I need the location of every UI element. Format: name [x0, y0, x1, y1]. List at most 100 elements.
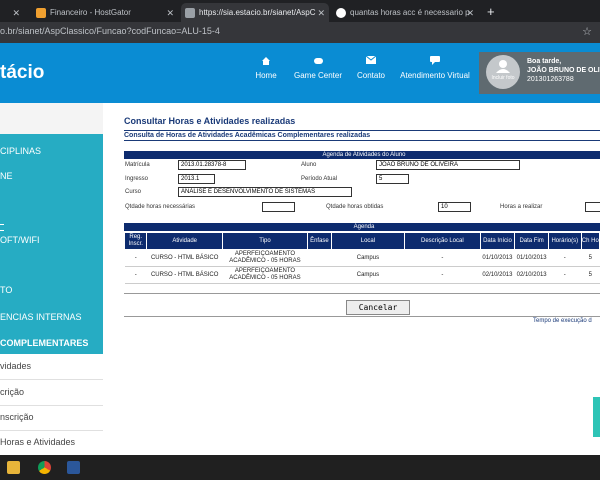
curso-label: Curso [125, 189, 142, 195]
sidebar-subitem-cancelar-inscricao[interactable]: nscrição [0, 405, 103, 431]
site-logo[interactable]: tácio [0, 62, 44, 84]
sidebar-decor [0, 230, 4, 231]
cell-atividade: CURSO - HTML BÁSICO [146, 249, 223, 267]
chat-icon [395, 56, 475, 68]
close-tab-icon[interactable]: ✕ [466, 8, 474, 19]
sidebar-subitem-inscricao[interactable]: crição [0, 380, 103, 406]
sidebar-main-menu: CIPLINAS NE OFT/WIFI TO ENCIAS INTERNAS … [0, 134, 103, 359]
cell-horarios: - [548, 266, 582, 284]
google-favicon-icon [336, 7, 346, 18]
qtd-horas-obtidas-label: Qtdade horas obtidas [326, 204, 384, 210]
cell-reg-inscr: - [124, 249, 147, 267]
col-tipo: Tipo [221, 232, 309, 250]
sidebar-item-disciplinas[interactable]: CIPLINAS [0, 146, 41, 156]
table-row: - CURSO - HTML BÁSICO APERFEIÇOAMENTO AC… [124, 249, 600, 267]
cell-horarios: - [548, 249, 582, 267]
cell-local: Campus [331, 266, 405, 284]
tab-title: Financeiro - HostGator [50, 8, 131, 17]
qtd-horas-necessarias-label: Qtdade horas necessárias [125, 204, 196, 210]
execution-time: Tempo de execução d [533, 318, 592, 324]
user-panel: Incluir foto Boa tarde, JOÃO BRUNO DE OL… [479, 52, 600, 94]
close-tab-icon[interactable]: ✕ [166, 8, 174, 19]
cell-atividade: CURSO - HTML BÁSICO [146, 266, 223, 284]
col-data-inicio: Data Início [479, 232, 516, 250]
cell-data-fim: 01/10/2013 [514, 249, 549, 267]
col-enfase: Ênfase [307, 232, 332, 250]
nav-label: Home [255, 71, 277, 80]
matricula-label: Matrícula [125, 162, 150, 168]
matricula-field[interactable]: 2013.01.28378-8 [178, 160, 246, 170]
cell-data-inicio: 02/10/2013 [480, 266, 515, 284]
sidebar-subitem-atividades[interactable]: vidades [0, 354, 103, 380]
browser-tab-strip: ✕ Financeiro - HostGator ✕ https://sia.e… [0, 0, 600, 22]
file-explorer-icon[interactable] [7, 461, 20, 474]
ingresso-field[interactable]: 2013.1 [178, 174, 215, 184]
tab-title: https://sia.estacio.br/sianet/AspC [199, 8, 316, 17]
agenda-header: Agenda [124, 223, 600, 231]
col-atividade: Atividade [146, 232, 223, 250]
curso-field[interactable]: ANÁLISE E DESENVOLVIMENTO DE SISTEMAS [178, 187, 352, 197]
cell-enfase [307, 249, 332, 267]
hostgator-favicon-icon [36, 7, 46, 18]
sidebar-item-online[interactable]: NE [0, 171, 13, 181]
user-greeting: Boa tarde, JOÃO BRUNO DE OLIV 2013012637… [527, 57, 600, 84]
close-tab-icon[interactable]: ✕ [12, 8, 20, 19]
col-horarios: Horário(s) [547, 232, 582, 250]
col-ch-horas: Ch Ho [580, 232, 600, 250]
nav-atendimento-virtual[interactable]: Atendimento Virtual [395, 56, 475, 80]
periodo-field[interactable]: 5 [376, 174, 409, 184]
chrome-icon[interactable] [38, 461, 51, 474]
new-tab-button[interactable]: + [487, 4, 495, 19]
floating-help-button[interactable] [593, 397, 600, 437]
table-header-row: Reg. Inscr. Atividade Tipo Ênfase Local … [123, 232, 600, 250]
cell-enfase [307, 266, 332, 284]
periodo-label: Período Atual [301, 176, 338, 182]
page-subtitle: Consulta de Horas de Atividades Acadêmic… [124, 130, 600, 141]
sidebar-item-complementares[interactable]: COMPLEMENTARES [0, 338, 88, 348]
page-favicon-icon [185, 7, 195, 18]
close-tab-icon[interactable]: ✕ [317, 8, 325, 19]
aluno-label: Aluno [301, 162, 317, 168]
cell-tipo: APERFEIÇOAMENTO ACADÊMICO - 05 HORAS [222, 266, 308, 284]
main-content: Consultar Horas e Atividades realizadas … [103, 103, 600, 455]
user-name: JOÃO BRUNO DE OLIV [527, 67, 600, 74]
col-data-fim: Data Fim [514, 232, 549, 250]
word-icon[interactable] [67, 461, 80, 474]
address-bar[interactable]: o.br/sianet/AspClassico/Funcao?codFuncao… [0, 22, 600, 43]
cell-data-fim: 02/10/2013 [514, 266, 549, 284]
cell-ch-horas: 5 [581, 249, 600, 267]
sidebar-item-microsoft-wifi[interactable]: OFT/WIFI [0, 235, 40, 245]
horas-realizar-field[interactable] [585, 202, 600, 212]
divider [124, 316, 600, 317]
include-photo-label: Incluir foto [491, 75, 515, 81]
url-text[interactable]: o.br/sianet/AspClassico/Funcao?codFuncao… [0, 26, 220, 36]
browser-tab-financeiro[interactable]: Financeiro - HostGator ✕ [32, 3, 178, 22]
horas-realizar-label: Horas a realizar [500, 204, 543, 210]
browser-tab-sia[interactable]: https://sia.estacio.br/sianet/AspC ✕ [181, 3, 329, 22]
cell-data-inicio: 01/10/2013 [480, 249, 515, 267]
qtd-horas-necessarias-field[interactable] [262, 202, 295, 212]
sidebar-subitem-horas-atividades[interactable]: Horas e Atividades [0, 430, 103, 456]
agenda-table: Reg. Inscr. Atividade Tipo Ênfase Local … [123, 232, 600, 284]
bookmark-star-icon[interactable]: ☆ [582, 25, 592, 38]
nav-label: Contato [356, 71, 386, 80]
sidebar-decor [0, 224, 4, 225]
user-id: 201301263788 [527, 76, 574, 83]
sidebar-item-to[interactable]: TO [0, 285, 12, 295]
cell-local: Campus [331, 249, 405, 267]
table-row: - CURSO - HTML BÁSICO APERFEIÇOAMENTO AC… [124, 266, 600, 284]
qtd-horas-obtidas-field[interactable]: 10 [438, 202, 471, 212]
cancel-button[interactable]: Cancelar [346, 300, 410, 315]
os-taskbar [0, 455, 600, 480]
aluno-field[interactable]: JOÃO BRUNO DE OLIVEIRA [376, 160, 520, 170]
browser-tab-1[interactable]: ✕ [0, 3, 28, 22]
cell-reg-inscr: - [124, 266, 147, 284]
sidebar-item-transferencias-internas[interactable]: ENCIAS INTERNAS [0, 312, 82, 322]
col-reg-inscr: Reg. Inscr. [123, 232, 148, 250]
tab-title: quantas horas acc é necessario p [350, 8, 470, 17]
col-descricao-local: Descrição Local [404, 232, 481, 250]
sidebar: CIPLINAS NE OFT/WIFI TO ENCIAS INTERNAS … [0, 103, 104, 456]
browser-tab-google[interactable]: quantas horas acc é necessario p ✕ [332, 3, 478, 22]
avatar[interactable]: Incluir foto [486, 55, 520, 89]
divider [124, 293, 600, 294]
